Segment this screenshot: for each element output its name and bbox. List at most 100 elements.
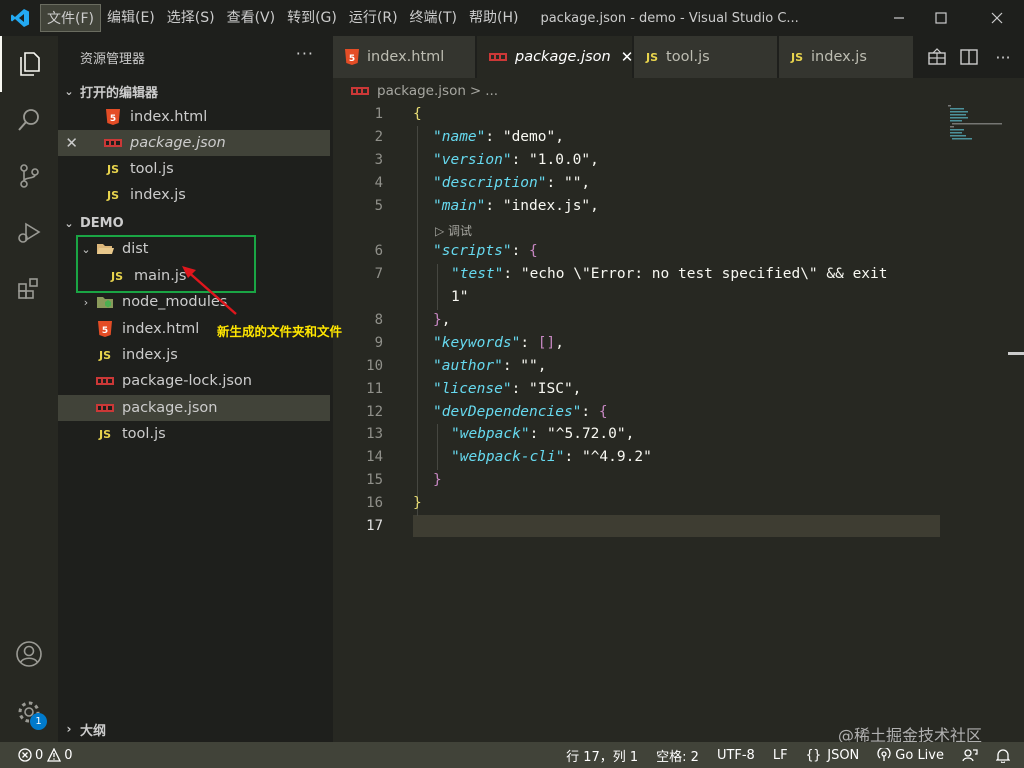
minimap[interactable] (946, 104, 1006, 144)
more-actions-icon[interactable]: ··· (985, 48, 1021, 67)
tab-index-html[interactable]: 5 index.html (333, 36, 476, 78)
close-window-icon[interactable] (972, 0, 1022, 36)
settings-gear-icon[interactable]: 1 (0, 684, 58, 740)
menu-bar: 文件(F) 编辑(E) 选择(S) 查看(V) 转到(G) 运行(R) 终端(T… (40, 0, 524, 36)
go-live-button[interactable]: Go Live (868, 748, 953, 763)
tree-item-label: index.js (122, 347, 178, 363)
code-line: "author": "", (433, 358, 547, 374)
overview-ruler-marker (1008, 352, 1024, 355)
tree-item-file[interactable]: package.json (58, 395, 330, 421)
line-number: 10 (366, 358, 383, 374)
encoding[interactable]: UTF-8 (708, 748, 764, 763)
open-editor-item[interactable]: JS index.js (58, 182, 330, 208)
maximize-icon[interactable] (916, 0, 966, 36)
line-number: 6 (374, 243, 383, 259)
menu-file[interactable]: 文件(F) (40, 4, 101, 32)
line-number: 1 (374, 106, 383, 122)
chevron-right-icon: › (66, 722, 72, 736)
breadcrumb-file[interactable]: package.json (377, 83, 466, 99)
code-line: { (413, 106, 422, 122)
codelens-label: 调试 (448, 224, 473, 238)
window-title: package.json - demo - Visual Studio C... (540, 10, 799, 26)
tree-item-file[interactable]: JS tool.js (58, 421, 330, 447)
line-number: 9 (374, 335, 383, 351)
language-mode[interactable]: {} JSON (797, 748, 869, 763)
outline-header[interactable]: › 大纲 (58, 716, 330, 742)
debug-codelens[interactable]: ▷ 调试 (435, 222, 472, 239)
search-icon[interactable] (0, 92, 58, 148)
npm-icon (94, 404, 116, 412)
cursor-position[interactable]: 行 17，列 1 (557, 746, 647, 765)
tree-item-label: index.html (122, 321, 200, 337)
line-number: 13 (366, 426, 383, 442)
menu-help[interactable]: 帮助(H) (463, 4, 524, 32)
editor-actions: ··· (921, 36, 1021, 78)
run-debug-icon[interactable] (0, 204, 58, 260)
tree-item-file[interactable]: JS index.js (58, 342, 330, 368)
tab-label: tool.js (666, 49, 710, 65)
notifications-bell-icon[interactable] (987, 748, 1024, 763)
tab-index-js[interactable]: JS index.js (779, 36, 914, 78)
error-count: 0 (35, 747, 44, 763)
code-line: "devDependencies": { (433, 404, 608, 420)
menu-go[interactable]: 转到(G) (281, 4, 343, 32)
tree-item-label: tool.js (122, 426, 166, 442)
indentation[interactable]: 空格: 2 (647, 746, 708, 765)
problems-indicator[interactable]: 0 0 (0, 748, 82, 763)
js-icon: JS (98, 427, 111, 441)
menu-view[interactable]: 查看(V) (221, 4, 282, 32)
line-number: 16 (366, 495, 383, 511)
split-editor-icon[interactable] (953, 48, 985, 66)
html5-icon: 5 (94, 321, 116, 337)
language-label: JSON (827, 747, 860, 763)
js-icon: JS (106, 162, 119, 176)
explorer-icon[interactable] (0, 36, 58, 92)
broadcast-icon (877, 748, 891, 761)
tab-package-json[interactable]: package.json ✕ (477, 36, 633, 78)
js-icon: JS (791, 50, 804, 64)
tab-label: index.js (811, 49, 867, 65)
open-preview-icon[interactable] (921, 48, 953, 66)
code-line: "keywords": [], (433, 335, 564, 351)
tab-tool-js[interactable]: JS tool.js (634, 36, 778, 78)
tree-item-file[interactable]: package-lock.json (58, 368, 330, 394)
folder-label: DEMO (80, 215, 124, 231)
open-editors-header[interactable]: ⌄ 打开的编辑器 (58, 78, 330, 104)
open-editor-item[interactable]: ✕ package.json (58, 130, 330, 156)
menu-run[interactable]: 运行(R) (343, 4, 404, 32)
npm-icon (94, 377, 116, 385)
line-number: 14 (366, 449, 383, 465)
feedback-icon[interactable] (953, 748, 987, 762)
menu-edit[interactable]: 编辑(E) (101, 4, 161, 32)
menu-selection[interactable]: 选择(S) (161, 4, 221, 32)
annotation-label: 新生成的文件夹和文件 (217, 324, 343, 339)
extensions-icon[interactable] (0, 260, 58, 316)
chevron-down-icon: ⌄ (64, 216, 74, 230)
line-number: 11 (366, 381, 383, 397)
tree-item-label: package.json (122, 400, 218, 416)
source-control-icon[interactable] (0, 148, 58, 204)
menu-terminal[interactable]: 终端(T) (404, 4, 463, 32)
open-editor-item[interactable]: JS tool.js (58, 156, 330, 182)
explorer-sidebar: 资源管理器 ··· ⌄ 打开的编辑器 5 index.html ✕ packag… (58, 36, 330, 742)
line-number: 3 (374, 152, 383, 168)
end-of-line[interactable]: LF (764, 748, 797, 763)
error-icon (18, 748, 32, 762)
code-line: "description": "", (433, 175, 591, 191)
more-actions-icon[interactable]: ··· (296, 44, 314, 63)
current-line-highlight (413, 515, 940, 537)
braces-icon: {} (805, 747, 822, 763)
folder-header[interactable]: ⌄ DEMO (58, 210, 330, 236)
line-number: 8 (374, 312, 383, 328)
warning-icon (47, 748, 62, 762)
breadcrumb-more[interactable]: ... (485, 83, 498, 99)
open-editor-label: tool.js (130, 161, 174, 177)
close-editor-icon[interactable]: ✕ (58, 134, 80, 152)
open-editor-item[interactable]: 5 index.html (58, 104, 330, 130)
tab-label: package.json (515, 49, 611, 65)
annotation-arrow-icon (182, 266, 237, 315)
code-line: "license": "ISC", (433, 381, 582, 397)
code-line: "name": "demo", (433, 129, 564, 145)
account-icon[interactable] (0, 626, 58, 682)
close-tab-icon[interactable]: ✕ (621, 48, 634, 66)
